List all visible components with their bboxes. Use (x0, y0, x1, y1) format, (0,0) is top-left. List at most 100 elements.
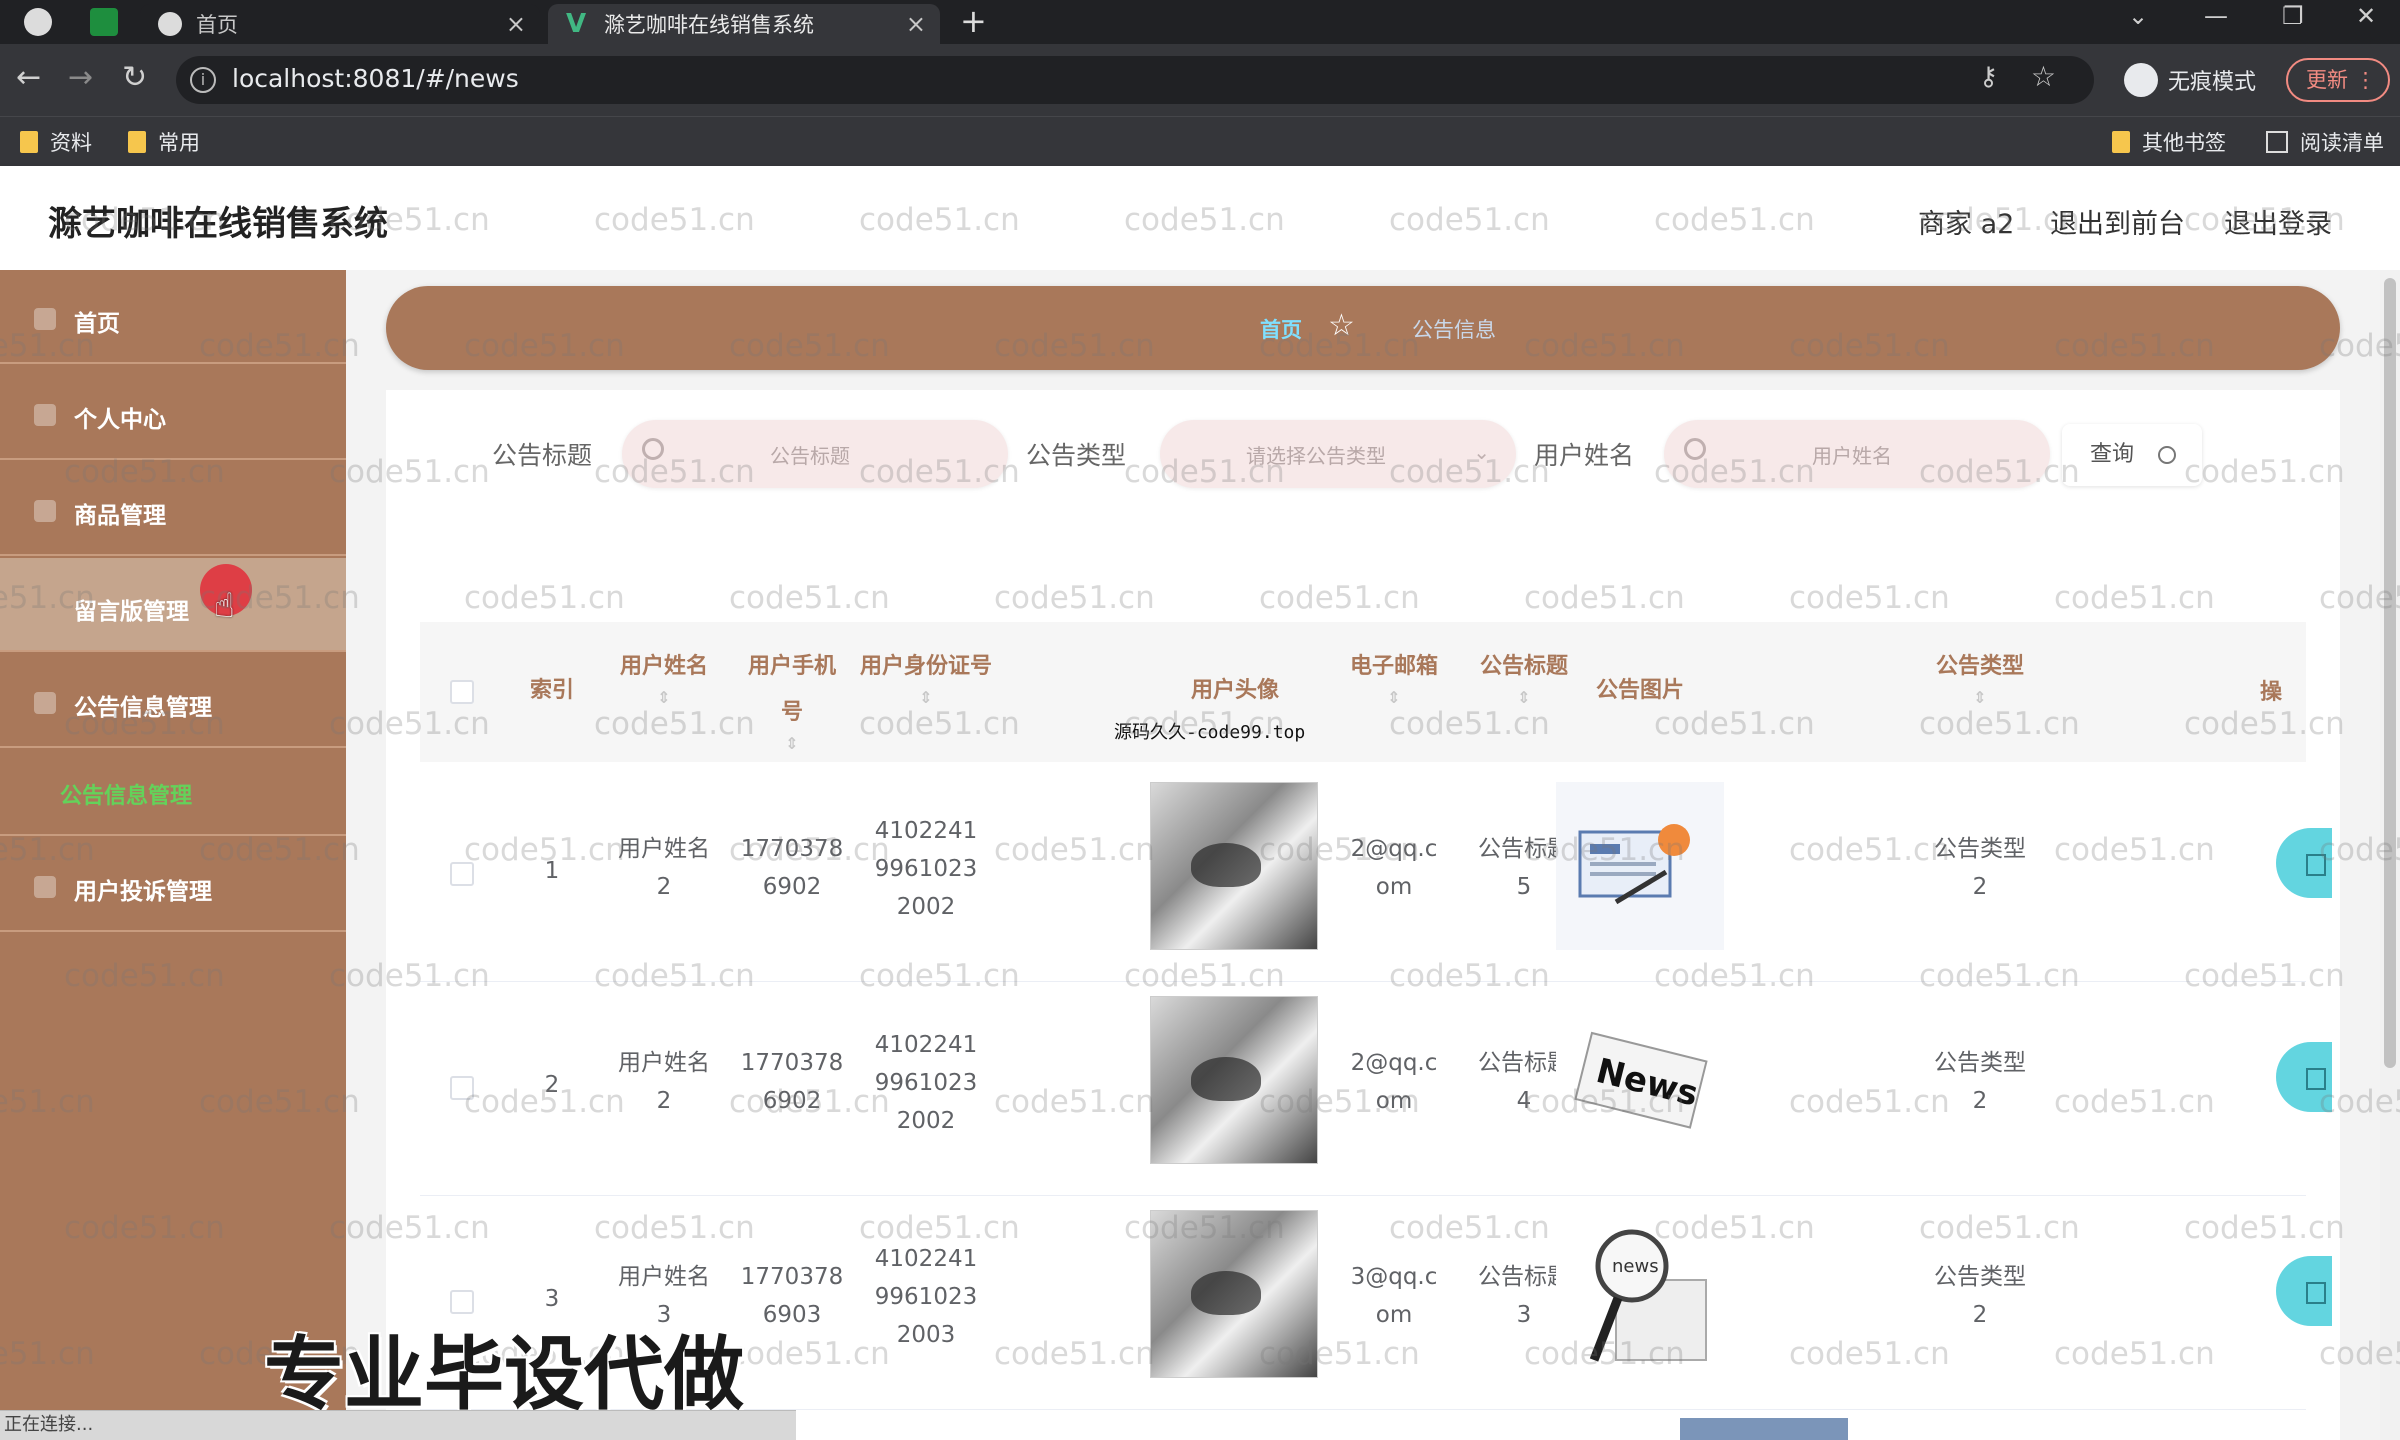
sidebar-subitem-notices[interactable]: 公告信息管理 (0, 750, 346, 836)
site-watermark: 源码久久-code99.top (1114, 722, 1306, 743)
table-row[interactable]: 1 用户姓名 2 1770378 6902 4102241 9961023 2002 2… (420, 768, 2332, 982)
browser-tabbar: 首页 × V 滁艺咖啡在线销售系统 × + ⌄ — ❐ ✕ (0, 0, 2400, 44)
cell-line: 4102241 (874, 818, 978, 844)
table-row[interactable]: 2 用户姓名 2 1770378 6902 4102241 9961023 2002 2… (420, 982, 2332, 1196)
vue-icon: V (566, 9, 587, 39)
sidebar-item-messages[interactable]: 留言版管理 (0, 558, 346, 652)
incognito-indicator[interactable]: 无痕模式 (2124, 60, 2256, 100)
logout-link[interactable]: 退出登录 (2224, 202, 2332, 241)
forward-icon[interactable]: → (68, 60, 93, 95)
sidebar-item-label: 首页 (74, 311, 120, 337)
cell-line: 公告类型 (1934, 1264, 2026, 1290)
close-window-icon[interactable]: ✕ (2356, 2, 2376, 30)
col-notice-type[interactable]: 公告类型 ⇕ (1918, 644, 2042, 706)
col-phone-label: 用户手机号 (747, 654, 836, 725)
cell-line: 用户姓名 (618, 1264, 710, 1290)
type-select[interactable]: 请选择公告类型 ⌄ (1160, 420, 1516, 488)
url-box[interactable]: i localhost:8081/#/news ⚷ ☆ (176, 56, 2094, 104)
app-header: 滁艺咖啡在线销售系统 商家 a2 退出到前台 退出登录 (0, 166, 2400, 270)
cell-line: 1770378 (740, 836, 844, 862)
sidebar-item-profile[interactable]: 个人中心 (0, 366, 346, 460)
notice-image: News (1556, 996, 1724, 1164)
cell-index: 2 (544, 1072, 560, 1098)
cell-line: 9961023 (874, 1284, 978, 1310)
back-icon[interactable]: ← (16, 60, 41, 95)
cell-line: 用户姓名 (618, 1050, 710, 1076)
row-checkbox[interactable] (450, 862, 474, 886)
hand-cursor-icon: ☝ (214, 586, 235, 626)
cell-email: 2@qq.c om (1332, 1044, 1456, 1120)
bookmark-label: 其他书签 (2142, 131, 2226, 155)
bookmark-folder[interactable]: 常用 (128, 127, 200, 157)
detail-button[interactable] (2276, 828, 2332, 898)
sheets-icon[interactable] (90, 8, 118, 36)
col-phone[interactable]: 用户手机号 ⇕ (738, 644, 846, 752)
key-icon[interactable]: ⚷ (1979, 62, 1998, 92)
scrollbar-thumb[interactable] (2384, 278, 2396, 1068)
close-tab-icon[interactable]: × (906, 10, 926, 38)
user-icon (34, 404, 56, 426)
tab-app[interactable]: V 滁艺咖啡在线销售系统 × (548, 4, 940, 44)
user-avatar (1150, 1210, 1318, 1378)
cell-line: 公告类型 (1934, 1050, 2026, 1076)
cell-line: 4102241 (874, 1246, 978, 1272)
pagination-stub (1680, 1418, 1848, 1440)
close-tab-icon[interactable]: × (506, 10, 526, 38)
sidebar-item-home[interactable]: 首页 (0, 270, 346, 364)
goods-icon (34, 500, 56, 522)
tab-home[interactable]: 首页 × (140, 4, 540, 44)
cell-line: 1770378 (740, 1050, 844, 1076)
cell-line: 2@qq.c (1350, 836, 1438, 862)
notice-icon (34, 692, 56, 714)
search-icon (1684, 438, 1706, 460)
other-bookmarks[interactable]: 其他书签 (2112, 127, 2226, 157)
sidebar-item-notices[interactable]: 公告信息管理 (0, 654, 346, 748)
minimize-icon[interactable]: — (2204, 2, 2228, 30)
type-placeholder: 请选择公告类型 (1246, 444, 1386, 468)
cell-id-card: 4102241 9961023 2002 (860, 1026, 992, 1140)
title-search-input[interactable]: 公告标题 (622, 420, 1008, 488)
col-id-card[interactable]: 用户身份证号 ⇕ (860, 644, 992, 706)
url-text[interactable]: localhost:8081/#/news (232, 64, 519, 93)
tab-home-label: 首页 (196, 13, 238, 37)
detail-button[interactable] (2276, 1256, 2332, 1326)
cell-line: 9961023 (874, 856, 978, 882)
sidebar-item-complaints[interactable]: 用户投诉管理 (0, 838, 346, 932)
col-email-label: 电子邮箱 (1349, 654, 1438, 679)
table-header: 索引 用户姓名 ⇕ 用户手机号 ⇕ 用户身份证号 ⇕ 用户头像 电子邮箱 ⇕ 公告标题 ⇕… (420, 622, 2306, 762)
col-avatar-label: 用户头像 (1190, 678, 1279, 703)
query-button[interactable]: 查询 (2062, 424, 2202, 486)
filter-user-label: 用户姓名 (1534, 441, 1635, 470)
cell-index: 1 (544, 858, 560, 884)
col-avatar[interactable]: 用户头像 (1120, 668, 1350, 714)
info-icon[interactable]: i (190, 67, 216, 93)
detail-button[interactable] (2276, 1042, 2332, 1112)
cell-line: 6903 (762, 1302, 822, 1328)
col-index[interactable]: 索引 (512, 668, 592, 714)
update-button[interactable]: 更新 ⋮ (2286, 58, 2390, 102)
new-tab-button[interactable]: + (960, 2, 987, 40)
cell-notice-type: 公告类型 2 (1918, 830, 2042, 906)
cell-line: 4102241 (874, 1032, 978, 1058)
bookmark-folder[interactable]: 资料 (20, 127, 92, 157)
cell-phone: 1770378 6902 (738, 1044, 846, 1120)
star-icon[interactable]: ☆ (2031, 60, 2056, 93)
col-email[interactable]: 电子邮箱 ⇕ (1332, 644, 1456, 706)
user-search-input[interactable]: 用户姓名 (1664, 420, 2050, 488)
cell-line: om (1375, 874, 1413, 900)
reload-icon[interactable]: ↻ (122, 60, 147, 95)
page-scrollbar[interactable] (2380, 270, 2400, 1440)
col-user-name[interactable]: 用户姓名 ⇕ (604, 644, 724, 706)
reading-list[interactable]: 阅读清单 (2266, 127, 2384, 157)
restore-icon[interactable]: ❐ (2282, 2, 2304, 30)
tab-search-icon[interactable]: ⌄ (2128, 2, 2148, 30)
row-checkbox[interactable] (450, 1076, 474, 1100)
notice-image (1556, 782, 1724, 950)
address-bar: ← → ↻ i localhost:8081/#/news ⚷ ☆ 无痕模式 更… (0, 44, 2400, 116)
select-all-checkbox[interactable] (450, 680, 474, 704)
sidebar-item-goods[interactable]: 商品管理 (0, 462, 346, 556)
chrome-icon[interactable] (24, 8, 52, 36)
front-link[interactable]: 退出到前台 (2050, 202, 2185, 241)
col-notice-image[interactable]: 公告图片 (1540, 668, 1740, 714)
breadcrumb-home[interactable]: 首页 (1260, 314, 1302, 344)
